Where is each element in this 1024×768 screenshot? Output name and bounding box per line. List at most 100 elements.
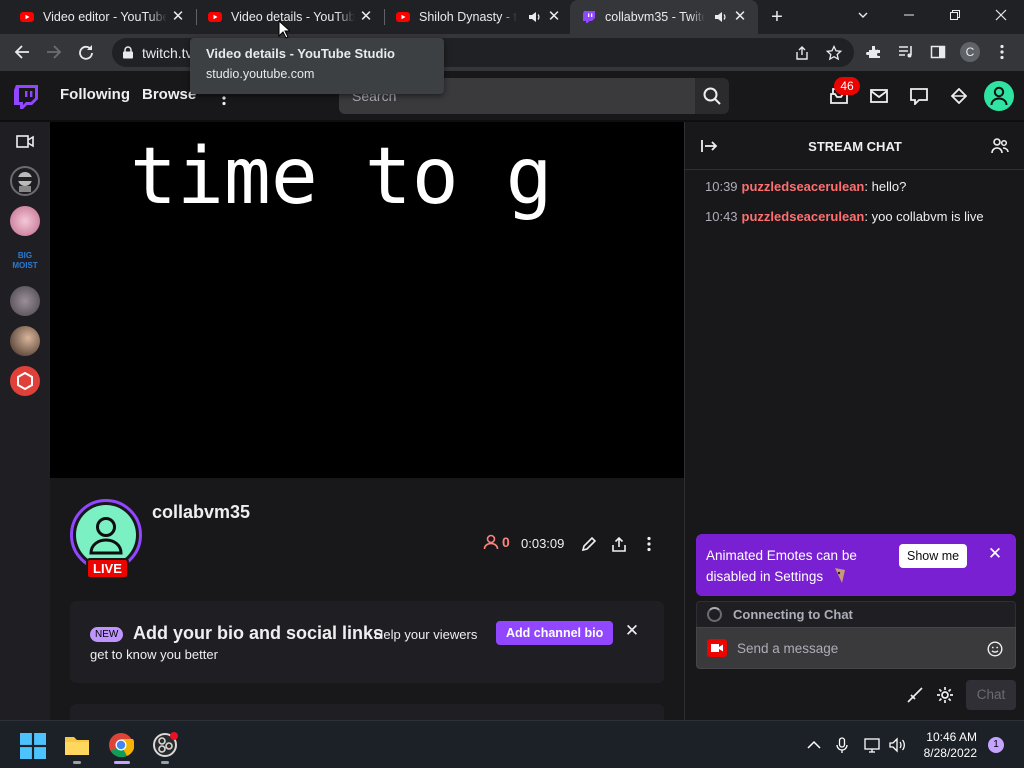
nav-browse[interactable]: Browse [142, 86, 196, 103]
tab-title: Video editor - YouTube Studio [43, 10, 167, 24]
show-hidden-icons-chevron-icon[interactable] [805, 736, 823, 754]
close-icon[interactable]: ✕ [732, 9, 748, 25]
bookmark-star-icon[interactable] [826, 45, 842, 61]
show-me-button[interactable]: Show me [899, 544, 968, 568]
taskbar-indicator [161, 761, 169, 764]
channel-name[interactable]: collabvm35 [152, 502, 250, 523]
more-options-icon[interactable] [638, 533, 660, 555]
message-colon: : [864, 179, 872, 194]
user-avatar-icon [990, 86, 1008, 106]
youtube-icon [396, 12, 410, 22]
search-button[interactable] [695, 78, 729, 114]
video-overlay-text: time to g [130, 132, 553, 222]
message-colon: : [864, 209, 872, 224]
viewer-person-icon [483, 534, 499, 550]
chat-settings-gear-icon[interactable] [936, 686, 954, 704]
followed-channel-avatar[interactable] [10, 286, 40, 316]
speaker-icon[interactable] [714, 10, 728, 24]
tab-title: Shiloh Dynasty - true love [419, 10, 517, 24]
followed-channel-avatar[interactable]: BIG MOIST [10, 246, 40, 276]
tab-video-editor[interactable]: Video editor - YouTube Studio ✕ [0, 0, 196, 34]
followed-channel-avatar[interactable] [10, 326, 40, 356]
followed-channel-avatar[interactable] [10, 206, 40, 236]
crown-diamond-icon[interactable] [949, 86, 969, 106]
followed-channel-avatar[interactable] [10, 166, 40, 196]
browser-toolbar: twitch.tv/collabvm35 C [0, 34, 1024, 71]
emoji-picker-icon[interactable] [987, 641, 1003, 657]
close-icon[interactable]: ✕ [170, 9, 186, 25]
twitch-top-nav: Following Browse Search 46 [0, 71, 1024, 121]
back-icon[interactable] [12, 42, 32, 62]
system-clock[interactable]: 10:46 AM 8/28/2022 [912, 729, 977, 761]
twitch-icon [583, 11, 595, 23]
share-upload-icon[interactable] [608, 533, 630, 555]
mouse-cursor-icon [278, 20, 290, 39]
chat-bubble-icon[interactable] [909, 86, 929, 106]
tooltip-domain: studio.youtube.com [206, 67, 315, 81]
tab-twitch[interactable]: collabvm35 - Twitch ✕ [570, 0, 758, 34]
media-control-icon[interactable] [896, 42, 916, 62]
minimize-button[interactable] [886, 0, 932, 30]
whispers-mail-icon[interactable] [869, 86, 889, 106]
windows-start-icon[interactable] [20, 733, 46, 759]
profile-avatar[interactable]: C [960, 42, 980, 62]
youtube-icon [208, 12, 222, 22]
notification-center-badge[interactable]: 1 [988, 737, 1004, 753]
kebab-menu-icon[interactable] [992, 42, 1012, 62]
volume-icon[interactable] [889, 736, 907, 754]
chat-message: 10:43 puzzledseacerulean: yoo collabvm is… [705, 209, 984, 224]
close-icon[interactable]: ✕ [624, 622, 640, 639]
video-camera-icon[interactable] [16, 135, 34, 148]
message-text: hello? [871, 179, 907, 194]
add-channel-bio-button[interactable]: Add channel bio [496, 621, 614, 645]
speaker-icon[interactable] [528, 10, 542, 24]
close-icon[interactable]: ✕ [358, 9, 374, 25]
youtube-icon [20, 12, 34, 22]
user-avatar[interactable] [984, 81, 1014, 111]
profile-initial: C [960, 42, 980, 62]
edit-pencil-icon[interactable] [578, 533, 600, 555]
network-icon[interactable] [864, 736, 882, 754]
message-username[interactable]: puzzledseacerulean [742, 179, 865, 194]
close-icon[interactable]: ✕ [987, 545, 1003, 562]
tab-hover-tooltip: Video details - YouTube Studio studio.yo… [190, 38, 444, 94]
lock-icon[interactable] [122, 46, 134, 59]
reload-icon[interactable] [76, 42, 96, 62]
tab-shiloh-dynasty[interactable]: Shiloh Dynasty - true love ✕ [376, 0, 572, 34]
close-window-button[interactable] [978, 0, 1024, 30]
share-icon[interactable] [794, 45, 810, 61]
extensions-icon[interactable] [864, 42, 884, 62]
forward-icon[interactable] [44, 42, 64, 62]
viewer-count: 0 [483, 534, 510, 550]
stream-camera-badge-icon [707, 639, 727, 657]
bio-heading: Add your bio and social links [133, 623, 384, 643]
side-nav: BIG MOIST [0, 122, 50, 720]
chat-header: STREAM CHAT [685, 122, 1024, 170]
new-tab-button[interactable]: + [766, 6, 788, 28]
message-time: 10:39 [705, 179, 738, 194]
message-username[interactable]: puzzledseacerulean [742, 209, 865, 224]
followed-channel-avatar[interactable] [10, 366, 40, 396]
moderation-sword-icon[interactable] [907, 687, 923, 703]
message-time: 10:43 [705, 209, 738, 224]
emote-icon [835, 568, 845, 583]
bio-subtext-1: Help your viewers [374, 627, 478, 642]
twitch-logo-icon[interactable] [13, 84, 39, 111]
windows-taskbar: 10:46 AM 8/28/2022 1 [0, 720, 1024, 768]
chat-message-input[interactable]: Send a message [696, 627, 1016, 669]
video-player[interactable]: time to g [50, 122, 684, 478]
tab-search-chevron-icon[interactable] [840, 0, 886, 30]
microphone-icon[interactable] [833, 736, 851, 754]
nav-following[interactable]: Following [60, 86, 130, 103]
file-explorer-icon[interactable] [64, 732, 90, 758]
close-icon[interactable]: ✕ [546, 9, 562, 25]
chat-send-button[interactable]: Chat [966, 680, 1016, 710]
obs-studio-icon[interactable] [152, 732, 178, 758]
viewer-count-value: 0 [502, 534, 510, 550]
stream-chat-panel: STREAM CHAT 10:39 puzzledseacerulean: hel… [684, 122, 1024, 720]
side-panel-icon[interactable] [928, 42, 948, 62]
restore-button[interactable] [932, 0, 978, 30]
chrome-icon[interactable] [108, 732, 134, 758]
chat-title: STREAM CHAT [808, 139, 902, 154]
community-users-icon[interactable] [991, 137, 1009, 155]
